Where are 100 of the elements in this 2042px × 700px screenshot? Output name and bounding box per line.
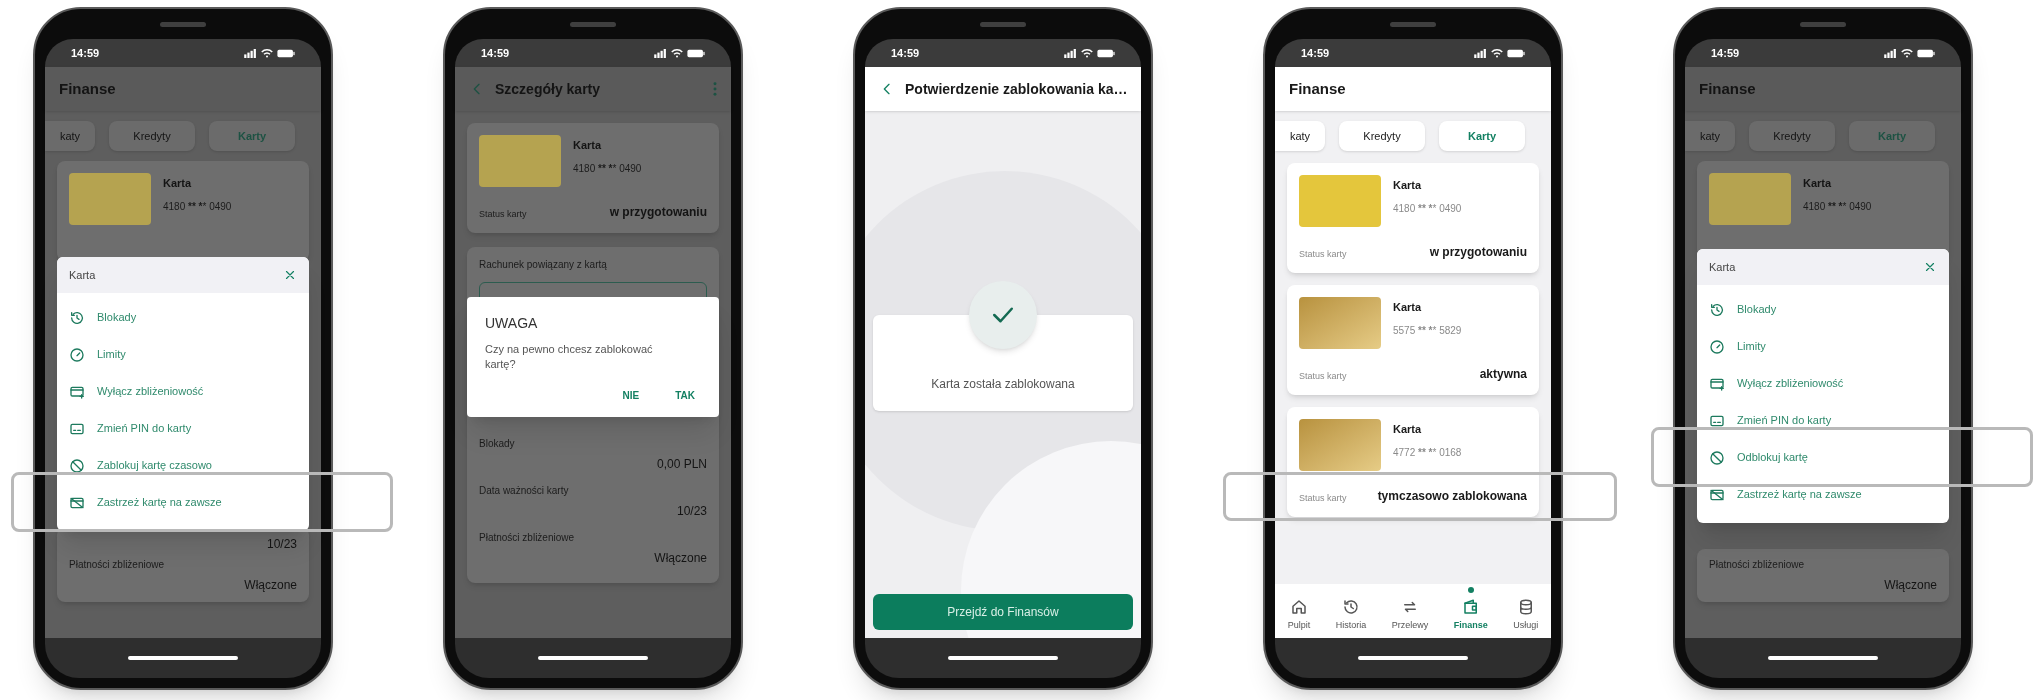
status-value: aktywna [1479,366,1527,383]
ban-icon [1709,449,1725,466]
battery-icon [1507,48,1525,58]
screen-title: Szczegóły karty [495,79,602,99]
card-panel[interactable]: Karta 4180 ** ** 0490 Status karty w przygotowaniu [1287,163,1539,273]
speaker-grille [160,22,206,27]
card-panel[interactable]: Karta 4772 ** ** 0168 Status karty tymczasowo zablokowana [1287,407,1539,517]
card-panel[interactable]: Karta 4180 ** ** 0490 Status karty w przygotowaniu [467,123,719,233]
screen-title: Finanse [1289,78,1347,99]
screen-title: Potwierdzenie zablokowania ka… [905,79,1128,99]
card-name: Karta [1393,300,1423,315]
close-button[interactable] [283,268,297,282]
card-number: 4180 ** ** 0490 [1803,199,1872,214]
signal-icon [1474,48,1487,58]
wifi-icon [261,48,273,58]
history-icon [69,309,85,326]
detail-value: Włączone [244,577,297,594]
wifi-icon [1901,48,1913,58]
menu-item[interactable]: Wyłącz zbliżeniowość [1697,365,1949,402]
battery-icon [277,48,295,58]
card-number: 4180 ** ** 0490 [1393,201,1462,216]
detail-label: Płatności zbliżeniowe [479,531,576,545]
sheet-title: Karta [69,267,96,283]
menu-item[interactable]: Zmień PIN do karty [57,410,309,447]
nav-item[interactable]: Pulpit [1287,597,1311,632]
status-value: tymczasowo zablokowana [1377,488,1527,505]
dialog-button[interactable]: NIE [622,388,640,403]
card-number: 5575 ** ** 5829 [1393,323,1462,338]
tab[interactable]: Karty [1439,121,1525,151]
close-icon [1923,260,1937,274]
more-options-icon[interactable] [713,82,717,96]
signal-icon [244,48,257,58]
menu-item[interactable]: Blokady [57,299,309,336]
status-label: Status karty [1299,247,1347,261]
menu-item[interactable]: Blokady [1697,291,1949,328]
card-name: Karta [1803,176,1833,191]
detail-value: Włączone [1884,577,1937,594]
status-label: Status karty [1299,369,1347,383]
battery-icon [1097,48,1115,58]
dialog-message: Czy na pewno chcesz zablokować kartę? [485,342,654,372]
signal-icon [1884,48,1897,58]
detail-label: Blokady [479,437,516,451]
card-number: 4180 ** ** 0490 [573,161,642,176]
nav-item[interactable]: Przelewy [1391,597,1429,632]
history-icon [1709,301,1725,318]
detail-label: Płatności zbliżeniowe [1709,558,1806,572]
tab[interactable]: Kredyty [1749,121,1835,151]
menu-item[interactable]: Zastrzeż kartę na zawsze [1697,476,1949,513]
tab[interactable]: katy [1685,121,1735,151]
status-time: 14:59 [891,45,920,61]
dialog-button[interactable]: TAK [675,388,695,403]
menu-item[interactable]: Wyłącz zbliżeniowość [57,373,309,410]
menu-item[interactable]: Limity [1697,328,1949,365]
nav-item[interactable]: Usługi [1513,597,1539,632]
status-value: w przygotowaniu [609,204,707,221]
card-name: Karta [1393,422,1423,437]
detail-label: Płatności zbliżeniowe [69,558,166,572]
status-label: Status karty [1299,491,1347,505]
primary-button[interactable]: Przejdź do Finansów [873,594,1133,630]
menu-item[interactable]: Limity [57,336,309,373]
detail-value: 10/23 [676,503,707,520]
card-number: 4180 ** ** 0490 [163,199,232,214]
tab[interactable]: katy [1275,121,1325,151]
status-time: 14:59 [481,45,510,61]
menu-item[interactable]: Zmień PIN do karty [1697,402,1949,439]
menu-item[interactable]: Zablokuj kartę czasowo [57,447,309,484]
nav-item[interactable]: Finanse [1453,597,1488,632]
tab[interactable]: Kredyty [109,121,195,151]
home-indicator[interactable] [948,656,1058,660]
gauge-icon [1709,338,1725,355]
home-indicator[interactable] [128,656,238,660]
detail-value: Włączone [654,550,707,567]
battery-icon [687,48,705,58]
wifi-icon [1081,48,1093,58]
home-indicator[interactable] [538,656,648,660]
status-time: 14:59 [1711,45,1740,61]
nav-item[interactable]: Historia [1335,597,1367,632]
status-time: 14:59 [1301,45,1330,61]
dialog-title: UWAGA [485,314,539,333]
tab[interactable]: Kredyty [1339,121,1425,151]
wifi-icon [1491,48,1503,58]
status-time: 14:59 [71,45,100,61]
history-icon [1342,597,1360,616]
speaker-grille [980,22,1026,27]
tab[interactable]: katy [45,121,95,151]
close-icon [283,268,297,282]
menu-item[interactable]: Odblokuj kartę [1697,439,1949,476]
close-button[interactable] [1923,260,1937,274]
gauge-icon [69,346,85,363]
home-indicator[interactable] [1358,656,1468,660]
card-name: Karta [573,138,603,153]
card-panel[interactable]: Karta 5575 ** ** 5829 Status karty aktywna [1287,285,1539,395]
detail-value: 0,00 PLN [656,456,707,473]
card-panel[interactable]: Karta 4180 ** ** 0490 [57,161,309,261]
home-indicator[interactable] [1768,656,1878,660]
menu-item[interactable]: Zastrzeż kartę na zawsze [57,484,309,521]
signal-icon [1064,48,1077,58]
status-label: Status karty [479,207,527,221]
sheet-title: Karta [1709,259,1736,275]
account-label: Rachunek powiązany z kartą [479,258,608,272]
